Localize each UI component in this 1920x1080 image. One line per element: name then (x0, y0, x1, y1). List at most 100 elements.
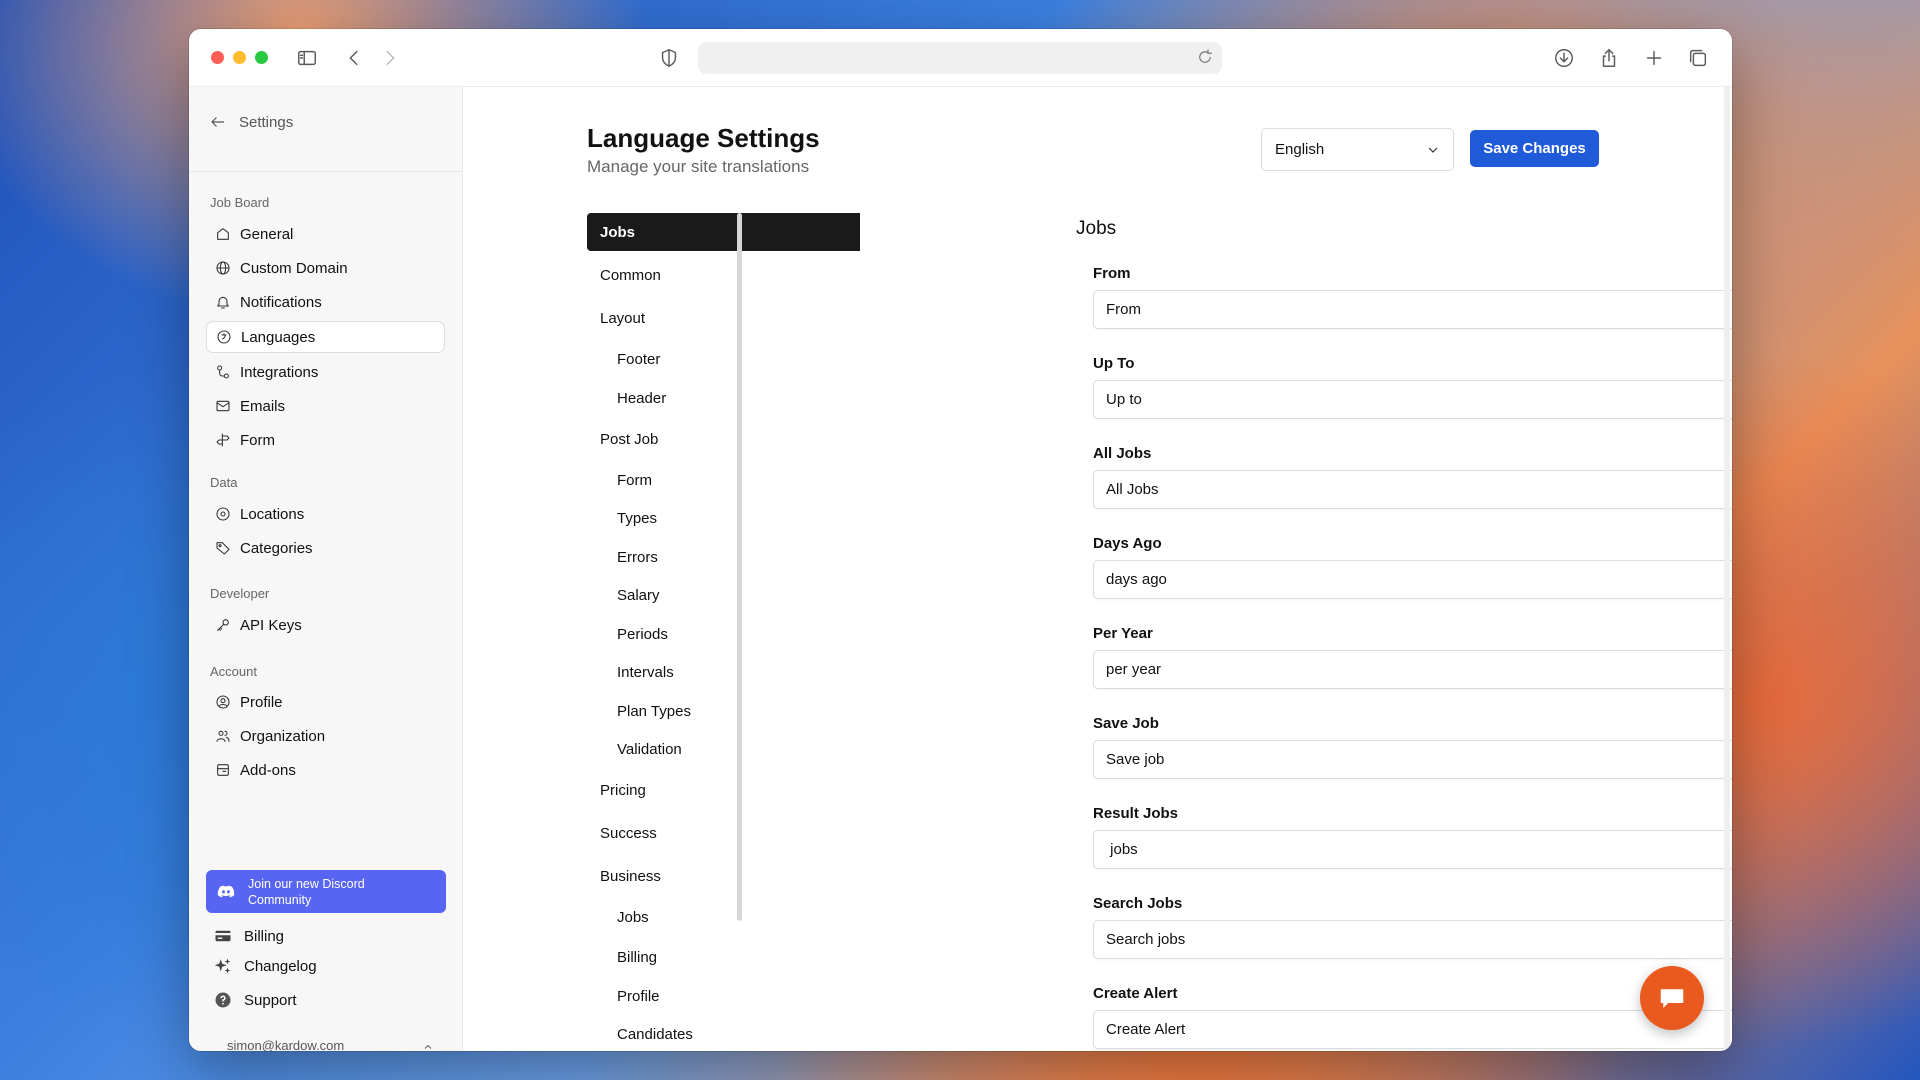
field-input-save-job[interactable] (1093, 740, 1732, 779)
group-label-developer: Developer (210, 586, 270, 601)
sidebar-item-languages[interactable]: Languages (206, 321, 445, 353)
download-icon[interactable] (1552, 46, 1576, 70)
minimize-window-button[interactable] (233, 51, 246, 64)
field-label-all-jobs: All Jobs (1093, 445, 1152, 462)
close-window-button[interactable] (211, 51, 224, 64)
nav-item-salary[interactable]: Salary (587, 576, 860, 614)
nav-item-business-billing[interactable]: Billing (587, 938, 860, 976)
nav-item-validation[interactable]: Validation (587, 730, 860, 768)
window-controls (211, 51, 268, 64)
page-title: Language Settings (587, 123, 820, 153)
sidebar-item-notifications[interactable]: Notifications (206, 286, 445, 318)
field-input-up-to[interactable] (1093, 380, 1732, 419)
nav-item-business[interactable]: Business (587, 857, 860, 895)
sidebar-bottom-billing[interactable]: Billing (214, 927, 284, 945)
nav-item-form[interactable]: Form (587, 461, 860, 499)
discord-community-banner[interactable]: Join our new Discord Community (206, 870, 446, 913)
group-label-job-board: Job Board (210, 195, 270, 210)
field-label-search-jobs: Search Jobs (1093, 895, 1183, 912)
sidebar-item-locations[interactable]: Locations (206, 498, 445, 530)
credit-card-icon (215, 930, 231, 942)
sidebar-item-categories[interactable]: Categories (206, 532, 445, 564)
sidebar-item-profile[interactable]: Profile (206, 686, 445, 718)
save-changes-button[interactable]: Save Changes (1470, 130, 1599, 167)
field-input-all-jobs[interactable] (1093, 470, 1732, 509)
field-input-search-jobs[interactable] (1093, 920, 1732, 959)
privacy-shield-icon[interactable] (657, 46, 681, 70)
forward-arrow-icon[interactable] (378, 46, 402, 70)
mail-icon (216, 400, 230, 412)
sidebar-item-general[interactable]: General (206, 218, 445, 250)
sidebar-item-form[interactable]: Form (206, 424, 445, 456)
nav-item-errors[interactable]: Errors (587, 538, 860, 576)
chat-bubble-icon (1660, 989, 1684, 1008)
field-input-result-jobs[interactable] (1093, 830, 1732, 869)
language-icon (217, 330, 231, 344)
sidebar-toggle-icon[interactable] (295, 46, 319, 70)
field-input-per-year[interactable] (1093, 650, 1732, 689)
language-select[interactable]: English (1261, 128, 1454, 171)
nav-item-business-profile[interactable]: Profile (587, 977, 860, 1015)
sidebar-bottom-support[interactable]: Support (214, 991, 297, 1009)
sidebar-item-add-ons[interactable]: Add-ons (206, 754, 445, 786)
chevron-up-icon[interactable] (422, 1040, 434, 1051)
nav-item-header[interactable]: Header (587, 379, 860, 417)
sidebar-item-api-keys[interactable]: API Keys (206, 609, 445, 641)
zoom-window-button[interactable] (255, 51, 268, 64)
sidebar-item-custom-domain[interactable]: Custom Domain (206, 252, 445, 284)
sidebar-divider (189, 171, 462, 172)
reload-icon[interactable] (1196, 48, 1216, 68)
main-content: Language Settings Manage your site trans… (464, 87, 1732, 1051)
nav-item-business-candidates[interactable]: Candidates (587, 1015, 860, 1051)
field-label-result-jobs: Result Jobs (1093, 805, 1179, 822)
nav-scrollbar[interactable] (737, 213, 742, 921)
browser-window: Settings Job Board General Custom Domain… (189, 29, 1732, 1051)
back-arrow-icon[interactable] (342, 46, 366, 70)
sidebar-item-organization[interactable]: Organization (206, 720, 445, 752)
language-selected-value: English (1275, 141, 1325, 158)
nav-item-layout[interactable]: Layout (587, 299, 860, 337)
group-label-data: Data (210, 475, 238, 490)
back-label: Settings (239, 113, 294, 131)
user-email[interactable]: simon@kardow.com (227, 1038, 344, 1051)
field-label-from: From (1093, 265, 1131, 282)
nav-item-types[interactable]: Types (587, 499, 860, 537)
chat-widget-button[interactable] (1640, 966, 1704, 1030)
nav-item-plan-types[interactable]: Plan Types (587, 692, 860, 730)
nav-item-periods[interactable]: Periods (587, 615, 860, 653)
nav-item-intervals[interactable]: Intervals (587, 653, 860, 691)
section-title: Jobs (1076, 218, 1117, 239)
tab-overview-icon[interactable] (1686, 46, 1710, 70)
settings-sidebar: Settings Job Board General Custom Domain… (189, 87, 463, 1051)
location-pin-icon (216, 507, 230, 521)
nav-item-success[interactable]: Success (587, 814, 860, 852)
nav-item-jobs[interactable]: Jobs (587, 213, 860, 251)
nav-item-common[interactable]: Common (587, 256, 860, 294)
nav-item-pricing[interactable]: Pricing (587, 771, 860, 809)
address-bar[interactable] (698, 42, 1222, 74)
sparkles-icon (214, 958, 231, 974)
users-icon (216, 730, 230, 742)
field-input-days-ago[interactable] (1093, 560, 1732, 599)
nav-item-business-jobs[interactable]: Jobs (587, 898, 860, 936)
sidebar-item-emails[interactable]: Emails (206, 390, 445, 422)
share-icon[interactable] (1597, 46, 1621, 70)
field-label-up-to: Up To (1093, 355, 1135, 372)
page-subtitle: Manage your site translations (587, 157, 810, 176)
nav-item-footer[interactable]: Footer (587, 340, 860, 378)
nav-item-post-job[interactable]: Post Job (587, 420, 860, 458)
new-tab-icon[interactable] (1642, 46, 1666, 70)
field-input-from[interactable] (1093, 290, 1732, 329)
integrations-icon (217, 365, 229, 379)
field-label-save-job: Save Job (1093, 715, 1159, 732)
globe-icon (216, 261, 230, 275)
back-to-settings-link[interactable]: Settings (209, 113, 293, 131)
window-scrollbar[interactable] (1724, 87, 1730, 1051)
field-input-create-alert[interactable] (1093, 1010, 1732, 1049)
help-circle-icon (215, 992, 231, 1008)
group-label-account: Account (210, 664, 257, 679)
sidebar-item-integrations[interactable]: Integrations (206, 356, 445, 388)
sidebar-bottom-changelog[interactable]: Changelog (214, 957, 317, 975)
signpost-icon (216, 433, 230, 447)
browser-toolbar (189, 29, 1732, 87)
